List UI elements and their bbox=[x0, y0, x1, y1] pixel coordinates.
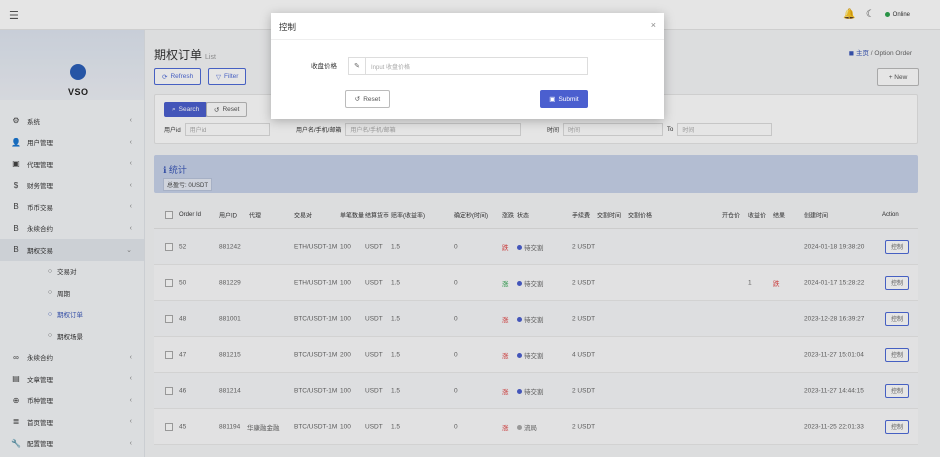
dialog-title: 控制 bbox=[279, 22, 297, 32]
close-price-placeholder: Input 收盘价格 bbox=[371, 64, 411, 71]
dialog-header: 控制 × bbox=[271, 13, 664, 40]
close-price-label: 收盘价格 bbox=[311, 63, 337, 70]
dialog-reset-button[interactable]: ↺ Reset bbox=[345, 90, 390, 108]
save-icon: ▣ bbox=[549, 96, 556, 103]
control-dialog: 控制 × 收盘价格 ✎ Input 收盘价格 ↺ Reset ▣ Submit bbox=[271, 13, 664, 119]
reset-icon: ↺ bbox=[354, 96, 361, 103]
close-icon[interactable]: × bbox=[651, 20, 656, 30]
dialog-submit-button[interactable]: ▣ Submit bbox=[540, 90, 588, 108]
close-price-field[interactable]: ✎ Input 收盘价格 bbox=[348, 57, 588, 75]
pencil-icon: ✎ bbox=[349, 58, 366, 74]
